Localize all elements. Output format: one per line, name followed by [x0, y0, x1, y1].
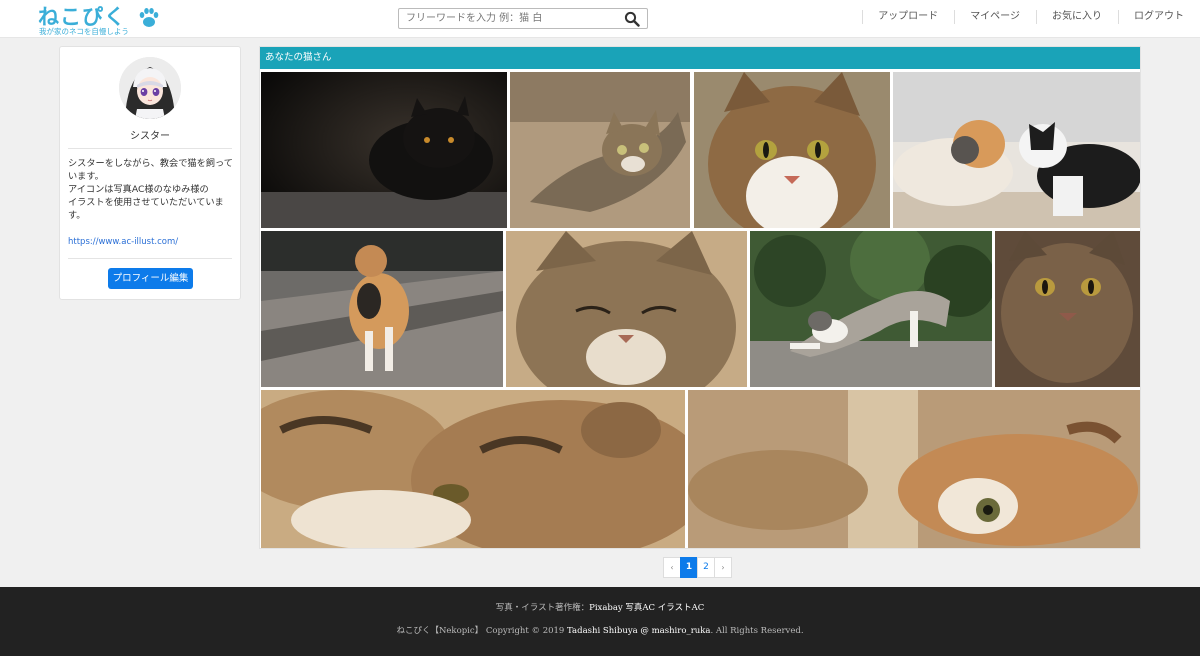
profile-link[interactable]: https://www.ac-illust.com/ — [68, 237, 178, 247]
gallery-title: あなたの猫さん — [260, 47, 1140, 69]
search-input[interactable] — [399, 9, 614, 28]
avatar — [119, 57, 181, 119]
cat-photo-two-cats-calico-bw[interactable] — [893, 72, 1140, 228]
nav-favorites[interactable]: お気に入り — [1036, 0, 1118, 38]
edit-profile-button[interactable]: プロフィール編集 — [108, 268, 193, 289]
bio-line: います。 — [68, 171, 104, 182]
cat-photo-tabby-eyes-closed[interactable] — [506, 231, 747, 387]
page-1-button[interactable]: 1 — [680, 557, 698, 578]
bio-line: イラストを使用させていただいていま — [68, 197, 224, 208]
nav-upload[interactable]: アップロード — [862, 0, 954, 38]
copyright-prefix: ねこぴく【Nekopic】 Copyright © 2019 — [396, 626, 568, 636]
bio-line: シスターをしながら、教会で猫を飼って — [68, 158, 233, 169]
bio-line: す。 — [68, 210, 86, 221]
profile-bio: シスターをしながら、教会で猫を飼って います。 アイコンは写真AC様のなゆみ様の… — [68, 157, 234, 222]
pagination: ‹ 1 2 › — [663, 557, 732, 578]
copyright-author: Tadashi Shibuya @ mashiro_ruka — [567, 626, 711, 636]
cat-photo-black-cat[interactable] — [261, 72, 507, 228]
gallery-panel: あなたの猫さん — [259, 46, 1141, 549]
site-logo[interactable]: ねこぴく 我が家のネコを自慢しよう — [38, 3, 168, 37]
cat-photo-calico-walking[interactable] — [261, 231, 503, 387]
search-box — [398, 8, 648, 29]
credits-names: Pixabay 写真AC イラストAC — [589, 603, 705, 613]
site-footer: 写真・イラスト著作権：Pixabay 写真AC イラストAC ねこぴく【Neko… — [0, 587, 1200, 656]
cat-photo-tabby-paws-closeup[interactable] — [261, 390, 685, 548]
cat-photo-tabby-face-closeup[interactable] — [694, 72, 890, 228]
divider — [68, 148, 232, 149]
next-page-button[interactable]: › — [714, 557, 732, 578]
main-nav: アップロード マイページ お気に入り ログアウト — [862, 0, 1200, 38]
cat-photo-tabby-portrait[interactable] — [995, 231, 1140, 387]
nav-mypage[interactable]: マイページ — [954, 0, 1036, 38]
bio-line: アイコンは写真AC様のなゆみ様の — [68, 184, 209, 195]
profile-name: シスター — [130, 131, 170, 142]
cat-photo-kitten-upside-down[interactable] — [688, 390, 1140, 548]
search-icon[interactable] — [624, 11, 640, 27]
page-2-button[interactable]: 2 — [697, 557, 715, 578]
credits-prefix: 写真・イラスト著作権： — [495, 603, 590, 613]
cat-photo-tabby-lying[interactable] — [510, 72, 690, 228]
cat-photo-tabby-white-stretching[interactable] — [750, 231, 992, 387]
divider — [68, 258, 232, 259]
logo-tagline: 我が家のネコを自慢しよう — [39, 27, 129, 36]
paw-icon — [139, 8, 159, 27]
copyright-suffix: . All Rights Reserved. — [710, 626, 804, 636]
prev-page-button[interactable]: ‹ — [663, 557, 681, 578]
footer-copyright: ねこぴく【Nekopic】 Copyright © 2019 Tadashi S… — [0, 624, 1200, 636]
nav-logout[interactable]: ログアウト — [1118, 0, 1200, 38]
site-header: ねこぴく 我が家のネコを自慢しよう アップロード マイページ お気に入り ログア… — [0, 0, 1200, 38]
footer-credits: 写真・イラスト著作権：Pixabay 写真AC イラストAC — [0, 601, 1200, 613]
profile-card: シスター シスターをしながら、教会で猫を飼って います。 アイコンは写真AC様の… — [59, 46, 241, 300]
